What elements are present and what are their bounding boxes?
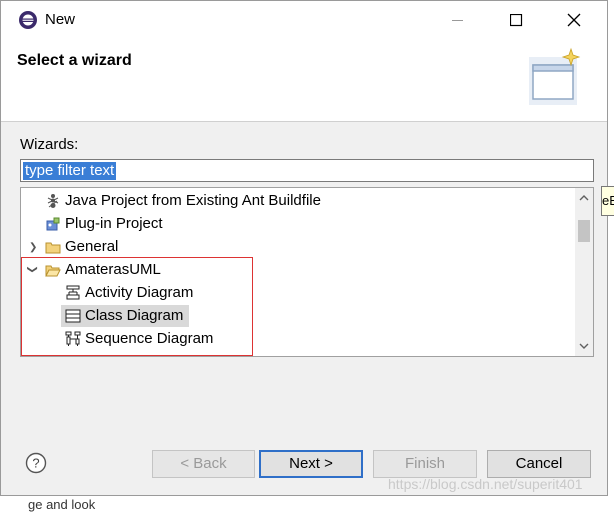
tree-item-label: General <box>65 238 119 255</box>
close-icon <box>567 13 581 27</box>
page-title: Select a wizard <box>17 52 132 69</box>
folder-icon <box>45 242 61 254</box>
tree-item-label: AmaterasUML <box>65 261 161 278</box>
tree-item-label: Sequence Diagram <box>85 330 214 347</box>
window-title: New <box>45 11 76 28</box>
new-wizard-dialog: New Select a wizard Wizards: type filter… <box>0 0 608 496</box>
background-text: ge and look <box>28 497 96 512</box>
back-button[interactable]: < Back <box>152 450 255 478</box>
collapse-chevron-icon[interactable]: ❯ <box>27 265 38 273</box>
plugin-icon <box>46 217 60 231</box>
new-wizard-banner-icon <box>529 47 581 105</box>
wizard-header: Select a wizard <box>1 39 607 122</box>
tree-item-label: Activity Diagram <box>85 284 194 301</box>
next-button[interactable]: Next > <box>259 450 363 478</box>
close-button[interactable] <box>545 1 603 39</box>
scrollbar-thumb[interactable] <box>578 220 590 242</box>
filter-input[interactable]: type filter text <box>20 159 594 182</box>
cancel-button[interactable]: Cancel <box>487 450 591 478</box>
tree-item-label: Class Diagram <box>85 307 184 324</box>
svg-text:?: ? <box>32 456 39 471</box>
tooltip-fragment: eE <box>601 186 614 216</box>
watermark-text: https://blog.csdn.net/superit401 <box>388 476 583 492</box>
minimize-button[interactable] <box>429 1 487 39</box>
finish-button[interactable]: Finish <box>373 450 477 478</box>
eclipse-icon <box>19 11 37 29</box>
tree-item-label: Plug-in Project <box>65 215 163 232</box>
help-button[interactable]: ? <box>25 452 47 474</box>
class-diagram-icon <box>65 309 81 323</box>
ant-icon <box>47 194 59 208</box>
activity-diagram-icon <box>66 285 80 300</box>
scroll-up-icon[interactable] <box>579 194 589 202</box>
title-bar: New <box>1 1 607 39</box>
tree-item-label: Java Project from Existing Ant Buildfile <box>65 192 321 209</box>
maximize-icon <box>509 13 522 26</box>
help-icon: ? <box>25 452 47 474</box>
filter-text-selected: type filter text <box>23 162 117 180</box>
minimize-icon <box>452 20 463 21</box>
maximize-button[interactable] <box>487 1 545 39</box>
wizards-label: Wizards: <box>20 136 79 153</box>
tree-item-class-diagram[interactable]: Class Diagram <box>61 305 189 327</box>
scroll-down-icon[interactable] <box>579 342 589 350</box>
wizard-tree[interactable]: Java Project from Existing Ant Buildfile… <box>20 187 594 357</box>
expand-chevron-icon[interactable]: ❯ <box>29 242 37 253</box>
folder-open-icon <box>45 265 61 277</box>
sequence-diagram-icon <box>65 331 81 346</box>
vertical-scrollbar[interactable] <box>575 188 593 356</box>
